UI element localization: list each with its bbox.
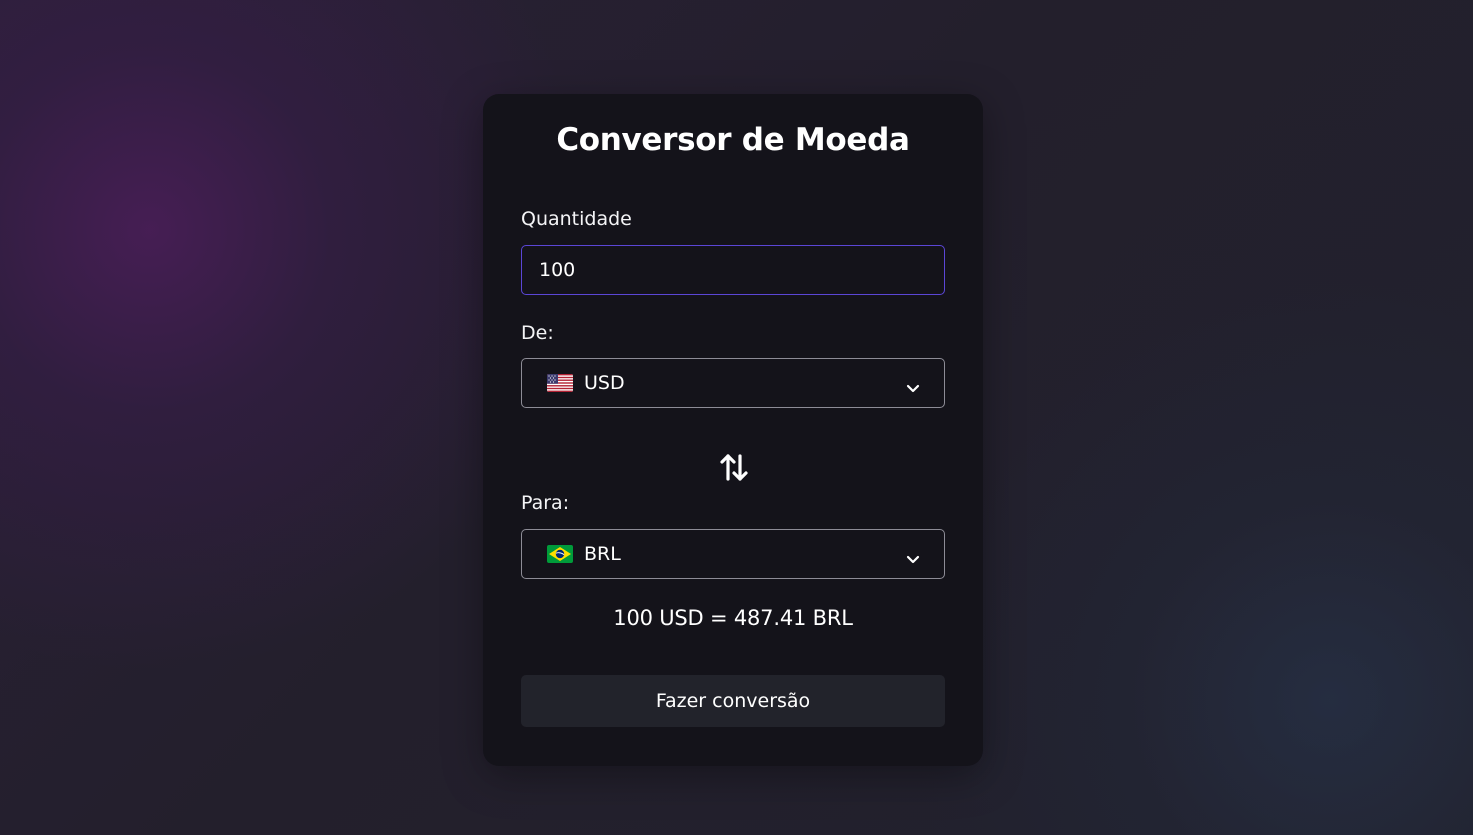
chevron-down-icon [906, 378, 920, 393]
brazil-flag-icon [547, 545, 573, 563]
amount-input[interactable] [521, 245, 945, 295]
chevron-down-icon [906, 549, 920, 564]
amount-label: Quantidade [521, 208, 632, 230]
from-currency-select[interactable]: USD [521, 358, 945, 408]
convert-button[interactable]: Fazer conversão [521, 675, 945, 727]
converter-card: Conversor de Moeda Quantidade De: [483, 94, 983, 766]
to-currency-value: BRL [584, 543, 621, 565]
conversion-result: 100 USD = 487.41 BRL [613, 606, 853, 630]
to-label: Para: [521, 492, 570, 514]
to-currency-select[interactable]: BRL [521, 529, 945, 579]
from-label: De: [521, 322, 554, 344]
page-title: Conversor de Moeda [556, 122, 910, 158]
swap-arrows-icon[interactable] [719, 452, 749, 484]
us-flag-icon [547, 374, 573, 392]
from-currency-value: USD [584, 372, 625, 394]
